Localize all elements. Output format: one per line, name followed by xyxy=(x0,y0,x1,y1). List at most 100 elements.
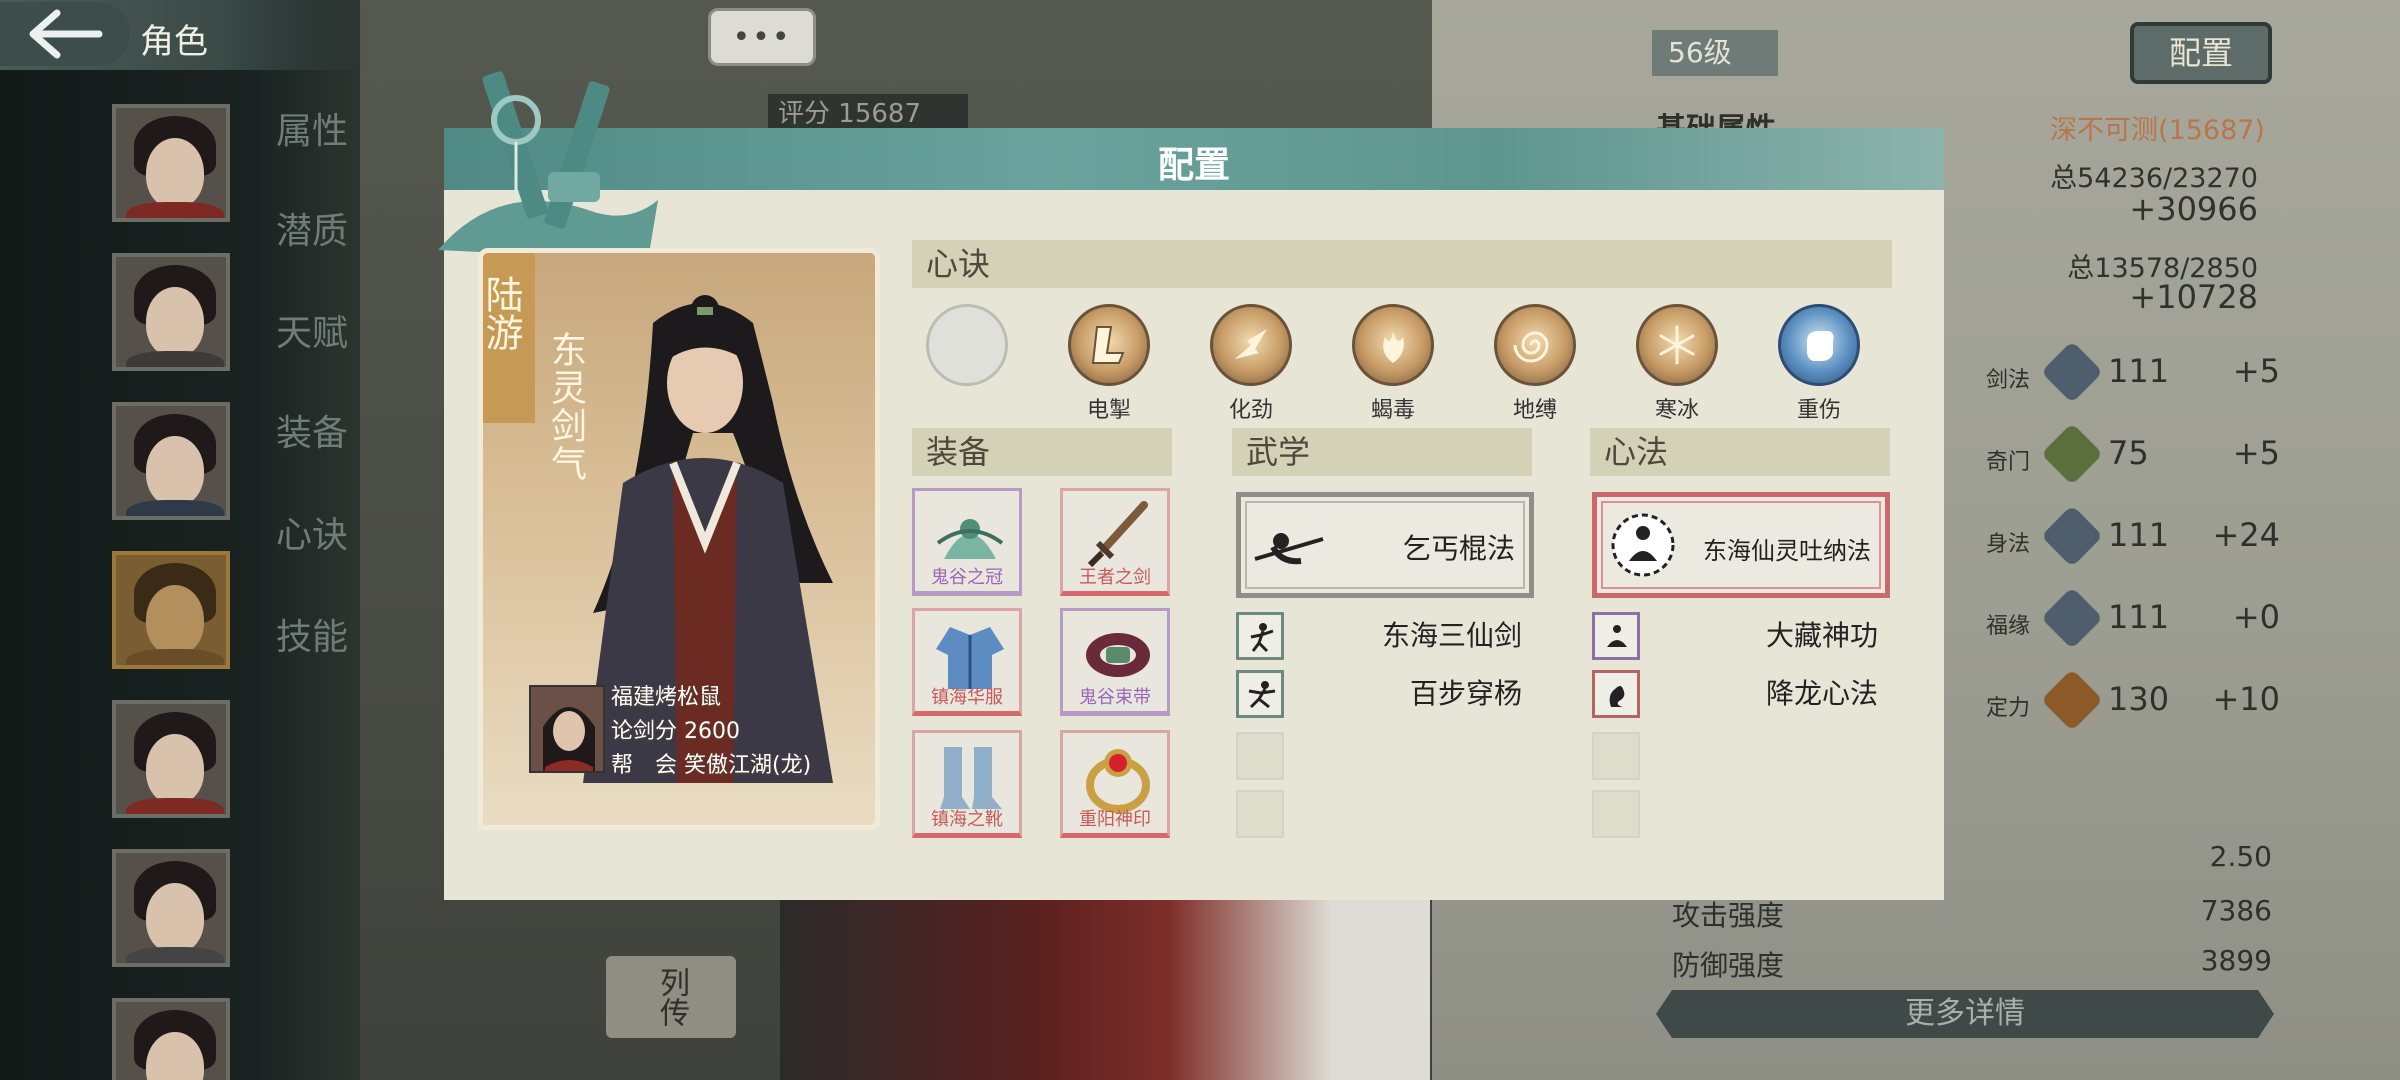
spiral-icon xyxy=(1513,331,1549,363)
avatar-robe xyxy=(126,351,224,367)
xinjue-slot-zhongshang[interactable] xyxy=(1778,304,1860,386)
wuxue-main-slot[interactable]: 乞丐棍法 xyxy=(1236,492,1534,598)
snowflake-icon xyxy=(1659,325,1695,365)
stat-label-focus: 定力 xyxy=(1986,696,2031,721)
wuxue-empty-slot[interactable] xyxy=(1236,790,1284,838)
wuxue-section-header: 武学 xyxy=(1232,428,1532,476)
xinfa-skill-name: 降龙心法 xyxy=(1765,677,1878,710)
biography-button[interactable]: 列传 xyxy=(606,956,736,1038)
wuxue-slot-2[interactable] xyxy=(1236,612,1284,660)
equip-name: 鬼谷之冠 xyxy=(931,567,1003,588)
bottom-stat-value: 3899 xyxy=(2200,944,2272,977)
more-details-button[interactable]: 更多详情 xyxy=(1656,990,2274,1038)
character-avatar-6[interactable] xyxy=(112,849,230,967)
tab-xinjue[interactable]: 心诀 xyxy=(276,506,348,558)
wuxue-main-name: 乞丐棍法 xyxy=(1402,532,1515,565)
stat-bonus: +5 xyxy=(2232,434,2280,472)
equip-name: 镇海华服 xyxy=(931,687,1003,708)
stat-row-agility: 111 +24 xyxy=(2040,504,2280,568)
equip-slot-helmet[interactable]: 鬼谷之冠 xyxy=(912,488,1022,596)
xinfa-skill-name: 大藏神功 xyxy=(1765,619,1878,652)
stat-big-line-1: +30966 xyxy=(2129,190,2258,228)
avatar-robe xyxy=(126,202,224,218)
archer-icon xyxy=(1248,681,1276,709)
tab-equipment[interactable]: 装备 xyxy=(276,404,348,456)
xinjue-slot-huajin[interactable] xyxy=(1210,304,1292,386)
belt-icon xyxy=(1086,633,1150,677)
bottom-stat-label: 防御强度 xyxy=(1672,949,1785,982)
tab-attributes[interactable]: 属性 xyxy=(276,102,348,154)
xinjue-slot-hanbing[interactable] xyxy=(1636,304,1718,386)
force-icon xyxy=(1235,329,1267,359)
stat-row-fortune: 111 +0 xyxy=(2040,586,2280,650)
back-button[interactable] xyxy=(0,2,130,66)
stat-row-focus: 130 +10 xyxy=(2040,668,2280,732)
character-avatar-3[interactable] xyxy=(112,402,230,520)
stat-label-sword: 剑法 xyxy=(1986,368,2031,393)
duel-score-label: 论剑分 xyxy=(611,719,678,744)
xinjue-slot-difu[interactable] xyxy=(1494,304,1576,386)
ring-icon xyxy=(1086,749,1150,813)
xinjue-label: 电掣 xyxy=(1086,398,1131,423)
tab-skills[interactable]: 技能 xyxy=(276,608,348,660)
chat-bubble-button[interactable]: ••• xyxy=(708,8,816,66)
background-character-figure xyxy=(780,900,1430,1080)
tab-talent[interactable]: 天赋 xyxy=(276,304,348,356)
avatar-face xyxy=(146,287,204,357)
guild-row: 帮 会 笑傲江湖(龙) xyxy=(611,749,811,783)
bottom-stat-attack: 攻击强度 7386 xyxy=(1672,894,2272,934)
equip-name: 镇海之靴 xyxy=(931,809,1003,830)
xinfa-slot-2[interactable] xyxy=(1592,612,1640,660)
character-avatar-1[interactable] xyxy=(112,104,230,222)
stat-value: 111 xyxy=(2108,598,2170,636)
character-name: 陆游 xyxy=(479,275,523,351)
game-scene: 角色 属性 潜质 天赋 装备 心诀 技能 ••• 评分 15687 56级 配置… xyxy=(0,0,2400,1080)
staff-technique-icon xyxy=(1254,533,1324,565)
guild-label: 帮 会 xyxy=(611,753,678,778)
xinjue-label: 地缚 xyxy=(1512,398,1557,423)
equip-slot-ring[interactable]: 重阳神印 xyxy=(1060,730,1170,838)
xinjue-section-header: 心诀 xyxy=(912,240,1892,288)
xinfa-empty-slot[interactable] xyxy=(1592,790,1640,838)
character-avatar-7[interactable] xyxy=(112,998,230,1080)
power-label: 深不可测(15687) xyxy=(2050,115,2265,146)
stat-bonus: +24 xyxy=(2212,516,2280,554)
avatar-robe xyxy=(126,649,224,665)
xinfa-slot-3[interactable] xyxy=(1592,670,1640,718)
stat-value: 111 xyxy=(2108,352,2170,390)
character-avatar-5[interactable] xyxy=(112,700,230,818)
xinjue-slot-xiedu[interactable] xyxy=(1352,304,1434,386)
level-badge: 56级 xyxy=(1652,30,1778,76)
wuxue-slot-3[interactable] xyxy=(1236,670,1284,718)
lightning-icon xyxy=(1091,326,1125,364)
equip-slot-armor[interactable]: 镇海华服 xyxy=(912,608,1022,716)
avatar-face xyxy=(146,138,204,208)
tab-potential[interactable]: 潜质 xyxy=(276,202,348,254)
avatar-robe xyxy=(126,947,224,963)
wuxue-empty-slot[interactable] xyxy=(1236,732,1284,780)
equip-name: 鬼谷束带 xyxy=(1079,687,1151,708)
character-avatar-2[interactable] xyxy=(112,253,230,371)
xinjue-slot-empty[interactable] xyxy=(926,304,1008,386)
xinjue-slot-dianche[interactable] xyxy=(1068,304,1150,386)
stat-row-sword: 111 +5 xyxy=(2040,340,2280,404)
equip-slot-belt[interactable]: 鬼谷束带 xyxy=(1060,608,1170,716)
character-avatar-4-selected[interactable] xyxy=(112,551,230,669)
bottom-stat-value: 2.50 xyxy=(2209,840,2272,873)
robe-icon xyxy=(936,627,1004,689)
stat-label-qimen: 奇门 xyxy=(1986,450,2031,475)
duel-score-row: 论剑分 2600 xyxy=(611,715,811,749)
avatar-face xyxy=(146,883,204,953)
equip-slot-boots[interactable]: 镇海之靴 xyxy=(912,730,1022,838)
avatar-robe xyxy=(126,798,224,814)
equip-slot-weapon[interactable]: 王者之剑 xyxy=(1060,488,1170,596)
config-button[interactable]: 配置 xyxy=(2130,22,2272,84)
xinfa-empty-slot[interactable] xyxy=(1592,732,1640,780)
xinfa-main-slot[interactable]: 东海仙灵吐纳法 xyxy=(1592,492,1890,598)
bottom-stat-value: 7386 xyxy=(2200,894,2272,927)
xinjue-label: 寒冰 xyxy=(1654,398,1699,423)
xinfa-section-header: 心法 xyxy=(1590,428,1890,476)
stat-sword-icon xyxy=(2040,340,2104,404)
stat-fortune-icon xyxy=(2040,586,2104,650)
stat-label-fortune: 福缘 xyxy=(1986,614,2031,639)
